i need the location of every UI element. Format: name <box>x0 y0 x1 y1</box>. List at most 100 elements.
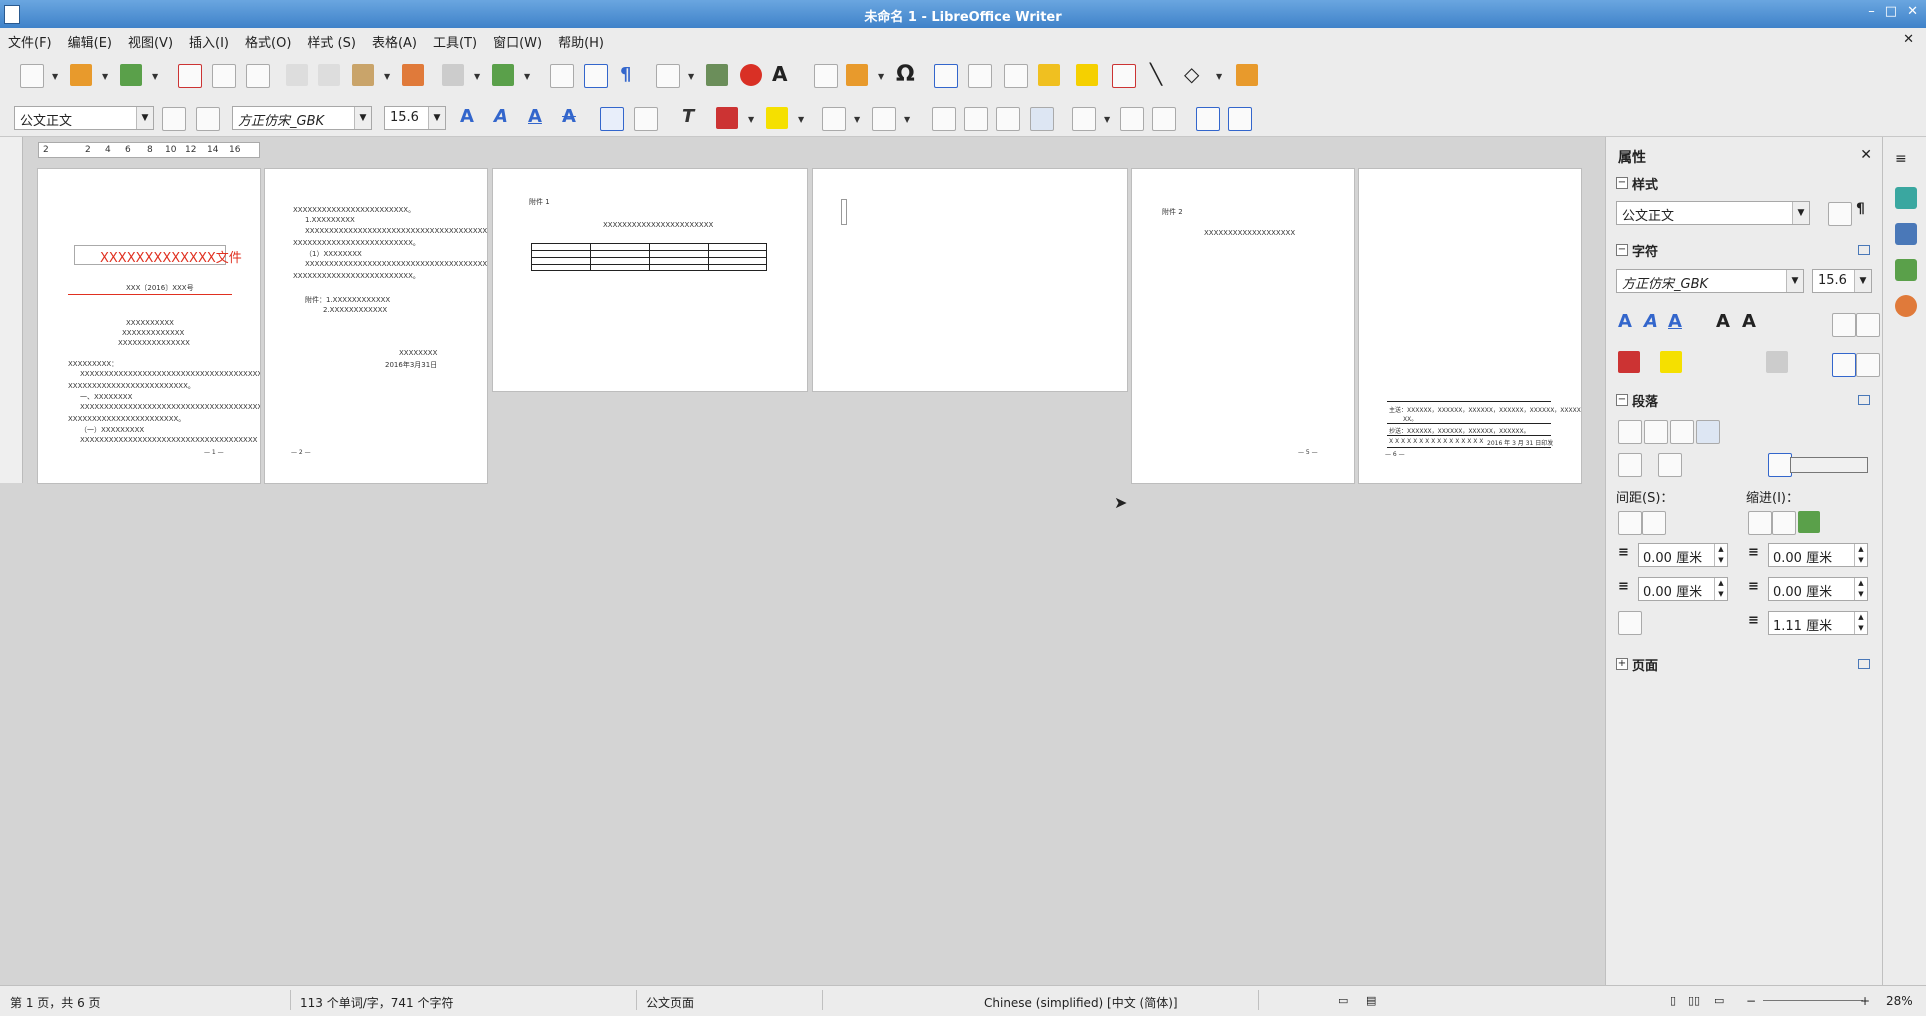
new-icon[interactable] <box>20 64 44 88</box>
document-page-4[interactable] <box>813 169 1127 391</box>
bookmark-icon[interactable] <box>1038 64 1060 86</box>
font-size-combo[interactable]: 15.6 ▼ <box>384 106 446 130</box>
justify-icon[interactable] <box>1030 107 1054 131</box>
spin-arrows-icon[interactable]: ▲ ▼ <box>1714 578 1727 600</box>
properties-tab-icon[interactable] <box>1895 187 1917 209</box>
background-color-picker[interactable] <box>1790 457 1868 473</box>
chevron-down-icon[interactable]: ▼ <box>748 115 754 124</box>
collapse-icon[interactable]: − <box>1616 394 1628 406</box>
indent-after-field[interactable]: 0.00 厘米 ▲ ▼ <box>1768 577 1868 601</box>
menu-view[interactable]: 视图(V) <box>120 32 181 51</box>
sidebar-font-size-combo[interactable]: 15.6 ▼ <box>1812 269 1872 293</box>
expand-icon[interactable]: + <box>1616 658 1628 670</box>
more-options-icon[interactable] <box>1858 659 1870 669</box>
shapes-icon[interactable]: ◇ <box>1184 62 1199 86</box>
document-page-1[interactable]: XXXXXXXXXXXXX文件 XXX〔2016〕XXX号 XXXXXXXXXX… <box>38 169 260 483</box>
shrink-font-icon[interactable] <box>1856 313 1880 337</box>
print-icon[interactable] <box>212 64 236 88</box>
special-character-icon[interactable]: Ω <box>896 62 915 87</box>
superscript-icon[interactable] <box>1832 353 1856 377</box>
align-center-icon[interactable] <box>964 107 988 131</box>
strikethrough-icon[interactable]: A <box>562 106 576 127</box>
chevron-down-icon[interactable]: ▼ <box>474 72 480 81</box>
multi-page-view-icon[interactable]: ▯▯ <box>1688 994 1700 1007</box>
chevron-down-icon[interactable]: ▼ <box>1792 202 1809 224</box>
chevron-down-icon[interactable]: ▼ <box>854 115 860 124</box>
book-view-icon[interactable]: ▭ <box>1714 994 1724 1007</box>
zoom-in-icon[interactable]: + <box>1860 994 1870 1008</box>
chevron-down-icon[interactable]: ▼ <box>688 72 694 81</box>
document-modified-icon[interactable]: ▤ <box>1366 994 1376 1007</box>
redo-icon[interactable] <box>492 64 514 86</box>
sidebar-font-name-combo[interactable]: 方正仿宋_GBK ▼ <box>1616 269 1804 293</box>
menu-styles[interactable]: 样式 (S) <box>299 32 364 51</box>
menu-tools[interactable]: 工具(T) <box>425 32 485 51</box>
chevron-down-icon[interactable]: ▼ <box>1104 115 1110 124</box>
menu-file[interactable]: 文件(F) <box>0 32 60 51</box>
increase-spacing-icon[interactable] <box>1618 511 1642 535</box>
first-line-indent-field[interactable]: 1.11 厘米 ▲ ▼ <box>1768 611 1868 635</box>
menu-format[interactable]: 格式(O) <box>237 32 299 51</box>
italic-icon[interactable]: A <box>494 106 508 127</box>
align-right-icon[interactable] <box>996 107 1020 131</box>
document-page-2[interactable]: XXXXXXXXXXXXXXXXXXXXXXXX。 1.XXXXXXXXX XX… <box>265 169 487 483</box>
unordered-list-icon[interactable] <box>822 107 846 131</box>
menu-help[interactable]: 帮助(H) <box>550 32 612 51</box>
section-character-title[interactable]: 字符 <box>1632 241 1658 260</box>
clear-formatting-icon[interactable]: T <box>682 106 694 127</box>
subscript-icon[interactable] <box>634 107 658 131</box>
indent-before-field[interactable]: 0.00 厘米 ▲ ▼ <box>1768 543 1868 567</box>
footnote-icon[interactable] <box>968 64 992 88</box>
chevron-down-icon[interactable]: ▼ <box>354 107 371 129</box>
chevron-down-icon[interactable]: ▼ <box>428 107 445 129</box>
chevron-down-icon[interactable]: ▼ <box>152 72 158 81</box>
page-break-icon[interactable] <box>814 64 838 88</box>
spin-arrows-icon[interactable]: ▲ ▼ <box>1854 612 1867 634</box>
decrease-spacing-icon[interactable] <box>1642 511 1666 535</box>
ordered-list-icon[interactable] <box>872 107 896 131</box>
selection-mode-icon[interactable]: ▭ <box>1338 994 1348 1007</box>
maximize-icon[interactable]: □ <box>1885 4 1897 19</box>
align-right-icon[interactable] <box>1670 420 1694 444</box>
decrease-indent-icon[interactable] <box>1228 107 1252 131</box>
cut-icon[interactable] <box>286 64 308 86</box>
chevron-down-icon[interactable]: ▼ <box>136 107 153 129</box>
document-page-5[interactable]: 附件 2 XXXXXXXXXXXXXXXXXXX — 5 — <box>1132 169 1354 483</box>
subscript-icon[interactable] <box>1856 353 1880 377</box>
chevron-down-icon[interactable]: ▼ <box>904 115 910 124</box>
image-icon[interactable] <box>706 64 728 86</box>
document-page-3[interactable]: 附件 1 XXXXXXXXXXXXXXXXXXXXXXX <box>493 169 807 391</box>
outline-icon[interactable]: A <box>1742 311 1756 332</box>
styles-tab-icon[interactable] <box>1895 223 1917 245</box>
undo-icon[interactable] <box>442 64 464 86</box>
section-style-title[interactable]: 样式 <box>1632 174 1658 193</box>
style-update-icon[interactable] <box>162 107 186 131</box>
style-update-icon[interactable] <box>1828 202 1852 226</box>
chevron-down-icon[interactable]: ▼ <box>102 72 108 81</box>
spin-arrows-icon[interactable]: ▲ ▼ <box>1714 544 1727 566</box>
close-document-icon[interactable]: ✕ <box>1903 32 1914 47</box>
collapse-icon[interactable]: − <box>1616 244 1628 256</box>
page-style[interactable]: 公文页面 <box>646 994 694 1011</box>
highlighting-icon[interactable] <box>1660 351 1682 373</box>
endnote-icon[interactable] <box>1004 64 1028 88</box>
align-left-icon[interactable] <box>1618 420 1642 444</box>
chart-icon[interactable] <box>740 64 762 86</box>
section-page-title[interactable]: 页面 <box>1632 655 1658 674</box>
single-page-view-icon[interactable]: ▯ <box>1670 994 1676 1007</box>
sidebar-menu-icon[interactable]: ≡ <box>1895 151 1917 173</box>
grow-font-icon[interactable] <box>1832 313 1856 337</box>
page-count[interactable]: 第 1 页，共 6 页 <box>10 994 101 1011</box>
paragraph-background-icon[interactable] <box>1768 453 1792 477</box>
chevron-down-icon[interactable]: ▼ <box>1854 270 1871 292</box>
line-spacing-icon[interactable] <box>1618 611 1642 635</box>
font-color-icon[interactable] <box>1618 351 1640 373</box>
more-options-icon[interactable] <box>1858 245 1870 255</box>
increase-indent-icon[interactable] <box>1748 511 1772 535</box>
underline-icon[interactable]: A <box>1668 311 1682 332</box>
find-replace-icon[interactable] <box>550 64 574 88</box>
superscript-icon[interactable] <box>600 107 624 131</box>
character-spacing-icon[interactable] <box>1766 351 1788 373</box>
export-pdf-icon[interactable] <box>178 64 202 88</box>
line-spacing-icon[interactable] <box>1072 107 1096 131</box>
